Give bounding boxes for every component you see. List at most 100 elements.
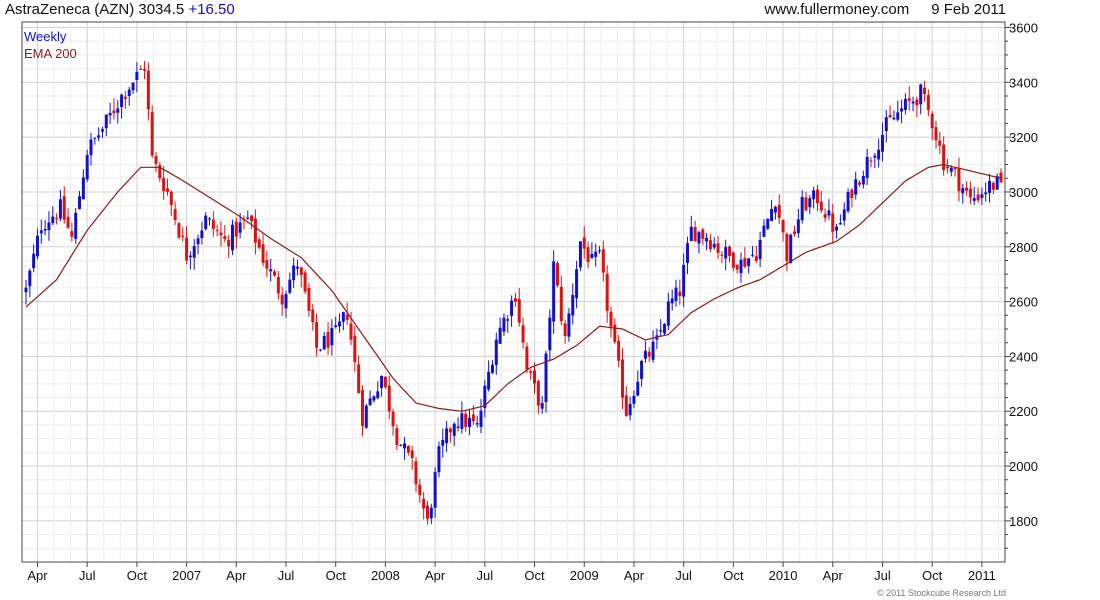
candle-body [479, 410, 483, 427]
candle-body [628, 403, 632, 416]
candle-body [567, 313, 571, 337]
candle-body [422, 498, 426, 509]
candle-body [487, 371, 491, 390]
candle-body [896, 112, 900, 120]
candle-body [284, 293, 288, 309]
candle-body [907, 98, 911, 101]
candle-body [360, 390, 364, 426]
candle-body [410, 450, 414, 458]
candle-body [796, 219, 800, 234]
copyright: © 2011 Stockcube Research Ltd [877, 588, 1006, 598]
candle-body [716, 243, 720, 253]
candle-body [276, 276, 280, 294]
candle-body [525, 346, 529, 370]
candle-body [185, 237, 189, 261]
candle-body [754, 256, 758, 261]
candle-body [448, 428, 452, 433]
x-tick-label: 2008 [371, 568, 400, 583]
candle-body [445, 428, 449, 444]
candle-body [552, 261, 556, 322]
candle-body [372, 396, 376, 401]
y-tick-label: 3000 [1009, 185, 1038, 200]
candle-body [349, 323, 353, 340]
x-tick-label: Oct [524, 568, 545, 583]
candle-body [620, 359, 624, 398]
candle-body [265, 260, 269, 269]
candle-body [204, 215, 208, 230]
candle-body [364, 405, 368, 428]
candle-body [533, 370, 537, 384]
candle-body [120, 94, 124, 107]
candle-body [295, 266, 299, 269]
candle-body [387, 385, 391, 412]
candle-body [456, 426, 460, 428]
candle-body [460, 413, 464, 429]
candle-body [685, 243, 689, 263]
candle-body [429, 507, 433, 519]
candle-body [196, 238, 200, 245]
candle-body [609, 311, 613, 327]
candle-body [766, 218, 770, 229]
candle-body [762, 225, 766, 237]
candle-body [858, 182, 862, 185]
candle-body [938, 140, 942, 146]
candle-body [223, 235, 227, 240]
x-tick-label: Jul [477, 568, 494, 583]
candle-body [659, 330, 663, 332]
candle-body [219, 232, 223, 236]
candle-body [613, 324, 617, 342]
candle-body [376, 391, 380, 399]
candle-body [789, 234, 793, 264]
candle-body [70, 231, 74, 237]
candle-body [888, 114, 892, 118]
candle-body [724, 247, 728, 259]
candle-body [403, 443, 407, 449]
candle-body [322, 335, 326, 350]
x-axis: Apr Jul Oct 2007 Apr Jul Oct 2008 Apr Jul Oct 2009 A… [27, 562, 996, 583]
candle-body [406, 445, 410, 453]
candle-body [471, 414, 475, 422]
candle-body [647, 351, 651, 357]
candle-body [582, 237, 586, 249]
candle-body [135, 71, 139, 80]
candle-body [246, 217, 250, 219]
candle-body [708, 240, 712, 250]
candle-body [697, 232, 701, 244]
candle-body [873, 155, 877, 158]
candle-body [154, 156, 158, 164]
candle-body [643, 350, 647, 359]
candle-body [877, 149, 881, 160]
candle-body [181, 235, 185, 238]
x-tick-label: Oct [326, 568, 347, 583]
y-tick-label: 2600 [1009, 295, 1038, 310]
candle-body [701, 229, 705, 239]
candle-body [869, 160, 873, 162]
candle-body [78, 196, 82, 210]
candle-body [162, 177, 166, 192]
legend-weekly: Weekly [24, 29, 67, 44]
candle-body [823, 214, 827, 218]
y-tick-label: 2400 [1009, 349, 1038, 364]
candle-body [930, 113, 934, 129]
x-tick-label: Apr [226, 568, 247, 583]
candle-body [131, 82, 135, 91]
candle-body [934, 127, 938, 141]
candle-body [380, 375, 384, 388]
y-tick-label: 2200 [1009, 404, 1038, 419]
candle-body [865, 156, 869, 178]
candle-body [846, 191, 850, 212]
candle-body [529, 371, 533, 374]
candle-body [414, 461, 418, 485]
candle-body [464, 413, 468, 427]
candle-body [605, 273, 609, 311]
candle-body [548, 317, 552, 351]
y-tick-label: 1800 [1009, 514, 1038, 529]
candle-body [544, 353, 548, 403]
candle-body [93, 137, 97, 139]
candle-body [601, 249, 605, 273]
x-tick-label: Jul [278, 568, 295, 583]
candle-body [693, 227, 697, 242]
candle-body [208, 218, 212, 220]
candle-body [819, 201, 823, 211]
legend-ema: EMA 200 [24, 46, 77, 61]
